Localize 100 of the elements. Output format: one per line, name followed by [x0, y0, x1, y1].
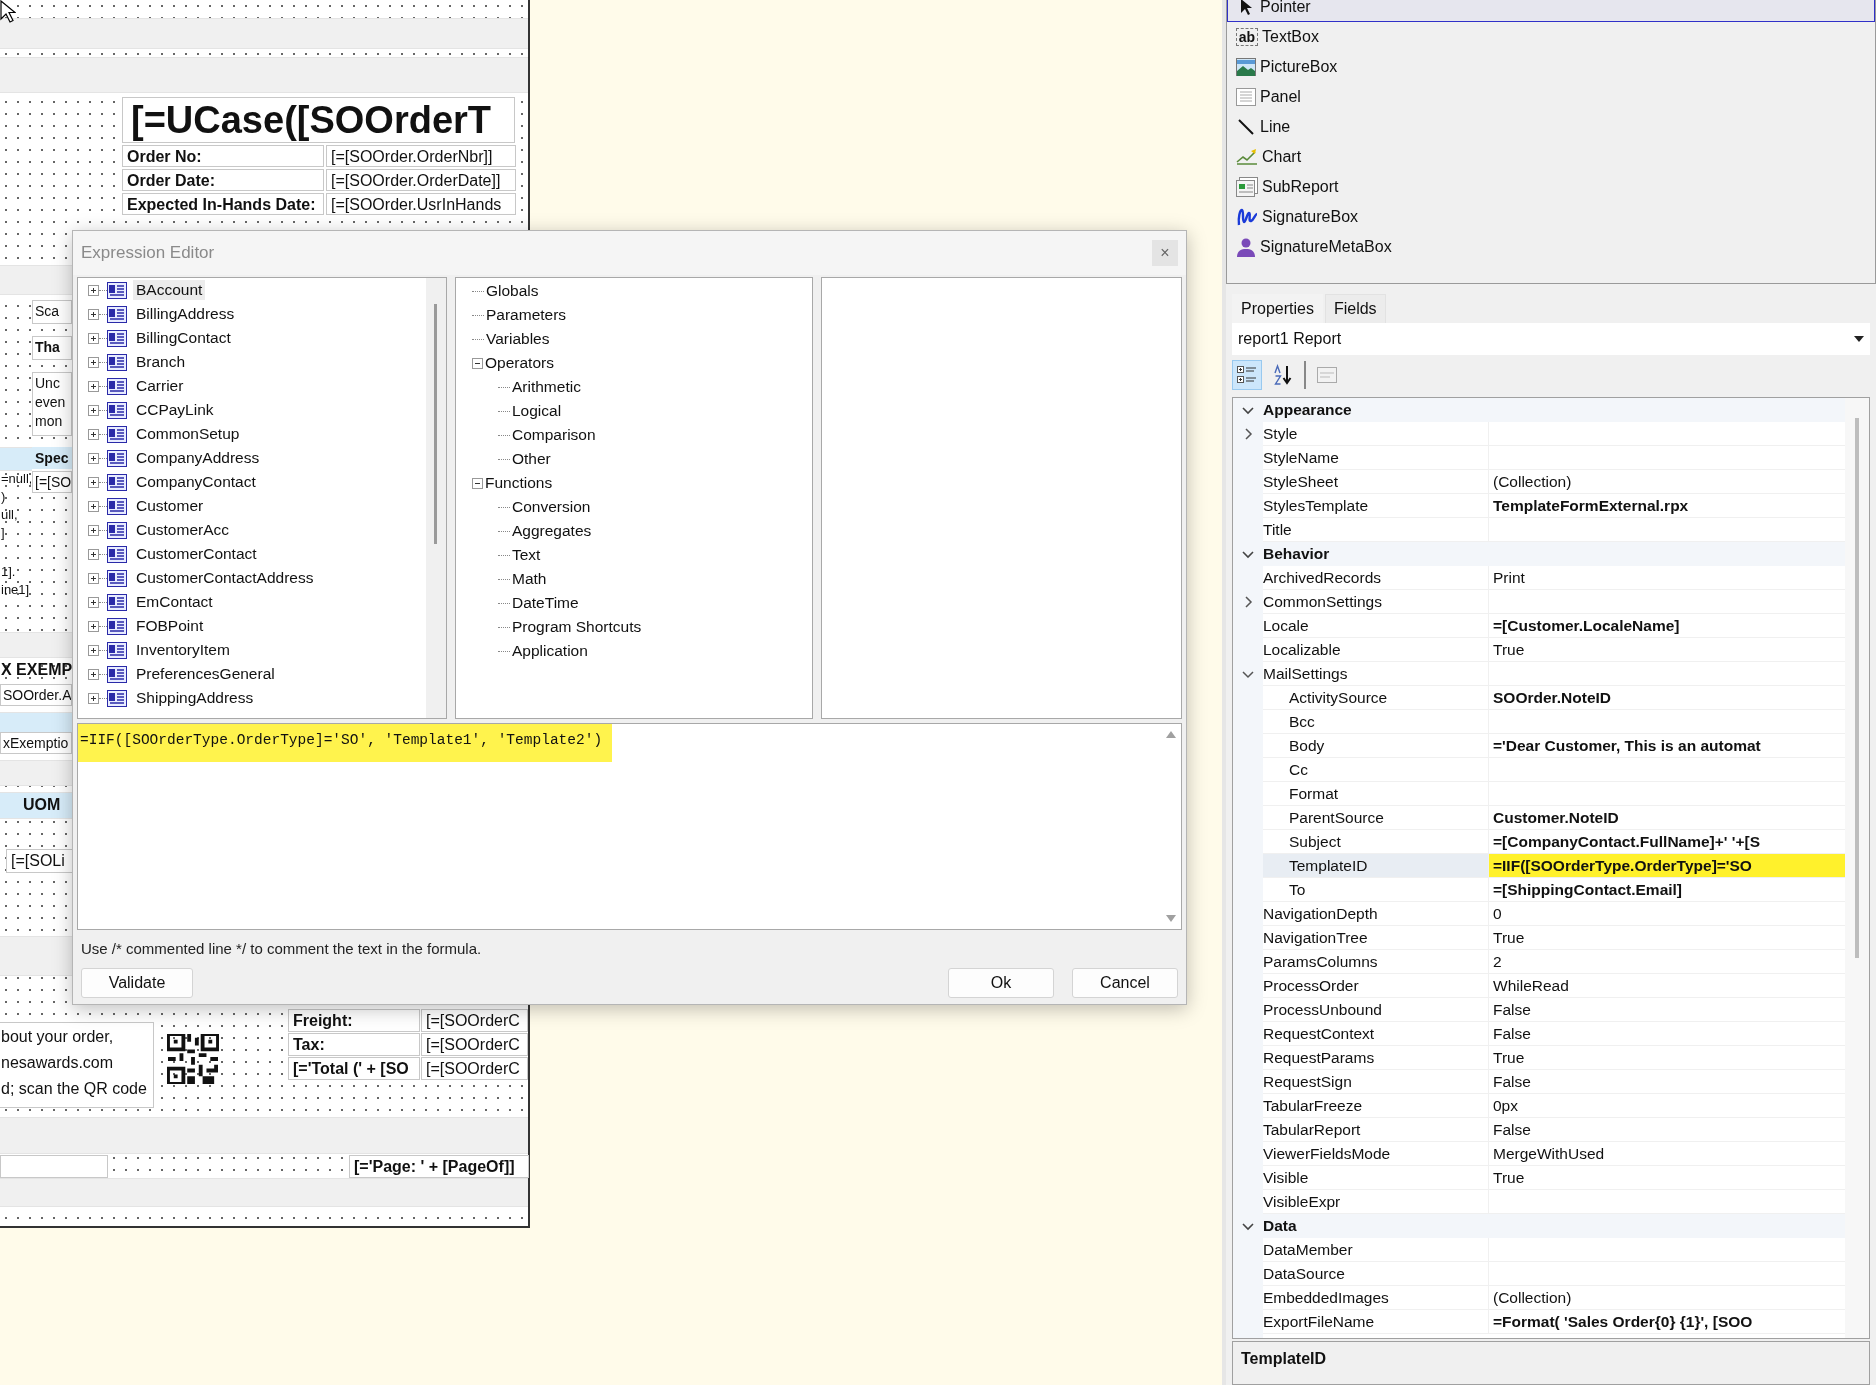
category-header[interactable]: Data [1263, 1214, 1845, 1238]
property-value[interactable]: (Collection) [1489, 1286, 1845, 1310]
property-value[interactable]: Customer.NoteID [1489, 806, 1845, 830]
property-name[interactable]: To [1263, 878, 1489, 902]
tree-item[interactable]: CustomerContact [133, 544, 260, 564]
property-name[interactable]: ActivitySource [1263, 686, 1489, 710]
category-header[interactable]: Appearance [1263, 398, 1845, 422]
tree-item[interactable]: CompanyAddress [133, 448, 263, 468]
property-value[interactable]: SOOrder.NoteID [1489, 686, 1845, 710]
field-label[interactable]: Order No: [122, 145, 324, 167]
tree-item[interactable]: BillingAddress [133, 304, 238, 324]
tree-item[interactable]: BillingContact [133, 328, 234, 348]
total-label[interactable]: Tax: [288, 1033, 420, 1056]
expand-icon[interactable] [88, 644, 99, 656]
tree-item[interactable]: Conversion [510, 498, 591, 516]
total-expression[interactable]: [=[SOOrderC [421, 1009, 528, 1032]
property-value[interactable]: TemplateFormExternal.rpx [1489, 494, 1845, 518]
expand-icon[interactable] [88, 476, 99, 488]
panel-tab[interactable]: Fields [1324, 294, 1386, 323]
property-value[interactable]: MergeWithUsed [1489, 1142, 1845, 1166]
property-value[interactable]: (Collection) [1489, 470, 1845, 494]
dropdown-icon[interactable] [1854, 336, 1864, 342]
chevron-right-icon[interactable] [1242, 596, 1254, 608]
property-name[interactable]: RequestParams [1263, 1046, 1489, 1070]
expand-icon[interactable] [88, 380, 99, 392]
tree-item[interactable]: DateTime [510, 594, 579, 612]
tree-item[interactable]: Aggregates [510, 522, 592, 540]
toolbox-item[interactable]: Panel [1227, 82, 1875, 112]
expand-icon[interactable] [88, 524, 99, 536]
property-value[interactable]: ='Dear Customer, This is an automat [1489, 734, 1845, 758]
toolbox-item[interactable]: SignatureMetaBox [1227, 232, 1875, 262]
property-name[interactable]: ExportFileName [1263, 1310, 1489, 1334]
chevron-down-icon[interactable] [1242, 1220, 1254, 1232]
tree-item[interactable]: Carrier [133, 376, 187, 396]
toolbox-item[interactable]: Chart [1227, 142, 1875, 172]
property-name[interactable]: StyleName [1263, 446, 1489, 470]
property-value[interactable]: Print [1489, 566, 1845, 590]
tree-item[interactable]: Variables [484, 330, 550, 348]
property-value[interactable]: =[Customer.LocaleName] [1489, 614, 1845, 638]
category-header[interactable]: Behavior [1263, 542, 1845, 566]
total-label[interactable]: Freight: [288, 1009, 420, 1032]
expand-icon[interactable] [88, 452, 99, 464]
property-name[interactable]: MailSettings [1263, 662, 1489, 686]
categorized-icon[interactable] [1236, 364, 1258, 386]
sort-icon[interactable] [1272, 364, 1294, 386]
chevron-right-icon[interactable] [1242, 428, 1254, 440]
property-name[interactable]: EmbeddedImages [1263, 1286, 1489, 1310]
page-number-expression[interactable]: [='Page: ' + [PageOf]] [349, 1155, 529, 1178]
report-heading[interactable]: [=UCase([SOOrderT [122, 97, 515, 143]
note-field[interactable]: Unc even mon [32, 372, 72, 436]
expand-icon[interactable] [88, 596, 99, 608]
property-name[interactable]: DataSource [1263, 1262, 1489, 1286]
scroll-up-icon[interactable] [1166, 730, 1176, 738]
tree-item[interactable]: Text [510, 546, 541, 564]
property-name[interactable]: RequestContext [1263, 1022, 1489, 1046]
column-header[interactable]: Spec [32, 447, 72, 469]
property-name[interactable]: NavigationTree [1263, 926, 1489, 950]
expand-icon[interactable] [88, 332, 99, 344]
total-expression[interactable]: [=[SOOrderC [421, 1033, 528, 1056]
tree-item[interactable]: CustomerAcc [133, 520, 233, 540]
property-name[interactable]: Cc [1263, 758, 1489, 782]
tree-item[interactable]: Arithmetic [510, 378, 581, 396]
text-field[interactable]: SOOrder.A [0, 684, 72, 706]
expression-field[interactable]: =IIF([SOOrderType.OrderType]='SO', 'Template1', 'Template2') [77, 723, 1182, 930]
property-name[interactable]: DataMember [1263, 1238, 1489, 1262]
text-field[interactable] [0, 1155, 108, 1178]
column-header[interactable]: X EXEMP [0, 660, 72, 682]
property-name[interactable]: TabularFreeze [1263, 1094, 1489, 1118]
tree-item[interactable]: CCPayLink [133, 400, 217, 420]
text-field[interactable]: Sca [32, 300, 72, 324]
property-name[interactable]: ParentSource [1263, 806, 1489, 830]
property-value[interactable]: 2 [1489, 950, 1845, 974]
tree-item[interactable]: CompanyContact [133, 472, 259, 492]
dialog-button[interactable]: Ok [948, 968, 1054, 998]
tree-item[interactable]: Branch [133, 352, 189, 372]
tree-item[interactable]: Parameters [484, 306, 567, 324]
property-value[interactable]: True [1489, 926, 1845, 950]
toolbox-item[interactable]: Line [1227, 112, 1875, 142]
toolbox-item[interactable]: ab TextBox [1227, 22, 1875, 52]
tree-item[interactable]: Comparison [510, 426, 596, 444]
tree-item[interactable]: Math [510, 570, 547, 588]
tree-item[interactable]: Operators [483, 354, 554, 372]
expand-icon[interactable] [88, 356, 99, 368]
property-value[interactable]: 0px [1489, 1094, 1845, 1118]
tree-item[interactable]: CustomerContactAddress [133, 568, 317, 588]
tree-item[interactable]: Functions [483, 474, 553, 492]
expand-icon[interactable] [88, 500, 99, 512]
property-name[interactable]: TemplateID [1263, 854, 1489, 878]
property-name[interactable]: NavigationDepth [1263, 902, 1489, 926]
property-name[interactable]: Localizable [1263, 638, 1489, 662]
property-value[interactable]: =[ShippingContact.Email] [1489, 878, 1845, 902]
property-name[interactable]: TabularReport [1263, 1118, 1489, 1142]
tree-item[interactable]: Globals [484, 282, 539, 300]
property-name[interactable]: RequestSign [1263, 1070, 1489, 1094]
scrollbar[interactable] [1845, 398, 1869, 1338]
property-name[interactable]: ArchivedRecords [1263, 566, 1489, 590]
toolbox-item[interactable]: SubReport [1227, 172, 1875, 202]
tree-item[interactable]: FOBPoint [133, 616, 207, 636]
property-name[interactable]: ProcessUnbound [1263, 998, 1489, 1022]
property-value[interactable]: False [1489, 998, 1845, 1022]
